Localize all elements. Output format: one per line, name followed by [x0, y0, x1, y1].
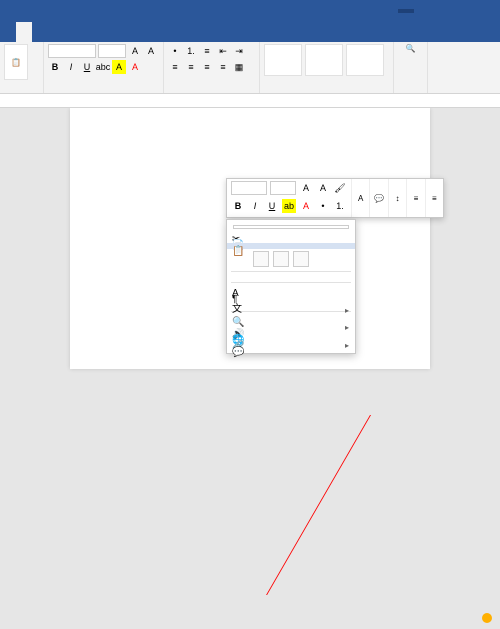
mini-grow-icon[interactable]: A: [299, 181, 313, 195]
tab-mailings[interactable]: [96, 22, 112, 42]
tab-insert[interactable]: [32, 22, 48, 42]
comment-icon: 💬: [232, 347, 244, 358]
tab-design[interactable]: [48, 22, 64, 42]
mini-center-button[interactable]: ≡: [425, 179, 443, 217]
tab-layout[interactable]: [64, 22, 80, 42]
weibo-icon: [482, 613, 492, 623]
paste-merge-icon[interactable]: [273, 251, 289, 267]
tab-review[interactable]: [112, 22, 128, 42]
highlight-icon[interactable]: A: [112, 60, 126, 74]
underline-icon[interactable]: U: [80, 60, 94, 74]
align-right-icon[interactable]: ≡: [200, 60, 214, 74]
tab-view[interactable]: [128, 22, 144, 42]
mini-linespacing-button[interactable]: ↕: [388, 179, 406, 217]
justify-icon[interactable]: ≡: [216, 60, 230, 74]
mini-shrink-icon[interactable]: A: [316, 181, 330, 195]
mini-toolbar: A A 🖌 B I U ab A • 1. A 💬 ↕ ≡ ≡: [226, 178, 444, 218]
grow-font-icon[interactable]: A: [128, 44, 142, 58]
menu-paste-options[interactable]: 📋: [227, 243, 355, 249]
watermark: [482, 612, 494, 623]
mini-bullets-icon[interactable]: •: [316, 199, 330, 213]
tab-references[interactable]: [80, 22, 96, 42]
mini-underline-icon[interactable]: U: [265, 199, 279, 213]
indent-dec-icon[interactable]: ⇤: [216, 44, 230, 58]
find-icon[interactable]: 🔍: [406, 44, 416, 53]
bold-icon[interactable]: B: [48, 60, 62, 74]
mini-numbering-icon[interactable]: 1.: [333, 199, 347, 213]
menu-newcomment[interactable]: 💬: [227, 344, 355, 350]
mini-bold-icon[interactable]: B: [231, 199, 245, 213]
paste-icon: 📋: [232, 246, 244, 257]
font-color-icon[interactable]: A: [128, 60, 142, 74]
mini-font-name[interactable]: [231, 181, 267, 195]
style-normal[interactable]: [264, 44, 302, 76]
menu-symbol[interactable]: ▸: [227, 303, 355, 309]
font-size-select[interactable]: [98, 44, 126, 58]
numbering-icon[interactable]: 1.: [184, 44, 198, 58]
login-button[interactable]: [398, 9, 414, 13]
indent-inc-icon[interactable]: ⇥: [232, 44, 246, 58]
bullets-icon[interactable]: •: [168, 44, 182, 58]
menu-hanzi[interactable]: [227, 274, 355, 280]
paste-keep-source-icon[interactable]: [253, 251, 269, 267]
paste-text-only-icon[interactable]: [293, 251, 309, 267]
paste-button[interactable]: 📋: [4, 44, 28, 80]
mini-font-size[interactable]: [270, 181, 296, 195]
tab-help[interactable]: [160, 22, 176, 42]
horizontal-ruler: [0, 94, 500, 108]
shading-icon[interactable]: ▦: [232, 60, 246, 74]
context-menu: ✂ 📄 📋 A ¶ 文 ▸ 🔍 ▸ 🔊 🌐 🔗▸ 💬: [226, 219, 356, 354]
strike-icon[interactable]: abc: [96, 60, 110, 74]
shrink-font-icon[interactable]: A: [144, 44, 158, 58]
style-heading1[interactable]: [346, 44, 384, 76]
mini-newcomment-button[interactable]: 💬: [369, 179, 387, 217]
tab-home[interactable]: [16, 22, 32, 42]
mini-font-color-icon[interactable]: A: [299, 199, 313, 213]
mini-format-painter-icon[interactable]: 🖌: [333, 181, 347, 195]
multilevel-icon[interactable]: ≡: [200, 44, 214, 58]
align-left-icon[interactable]: ≡: [168, 60, 182, 74]
font-name-select[interactable]: [48, 44, 96, 58]
mini-justify-button[interactable]: ≡: [406, 179, 424, 217]
style-nospacing[interactable]: [305, 44, 343, 76]
align-center-icon[interactable]: ≡: [184, 60, 198, 74]
mini-highlight-icon[interactable]: ab: [282, 199, 296, 213]
mini-styles-button[interactable]: A: [351, 179, 369, 217]
tab-file[interactable]: [0, 22, 16, 42]
mini-italic-icon[interactable]: I: [248, 199, 262, 213]
tab-pdf[interactable]: [176, 22, 192, 42]
tab-developer[interactable]: [144, 22, 160, 42]
paste-option-buttons: [227, 249, 355, 269]
menu-search-input[interactable]: [233, 225, 349, 229]
italic-icon[interactable]: I: [64, 60, 78, 74]
